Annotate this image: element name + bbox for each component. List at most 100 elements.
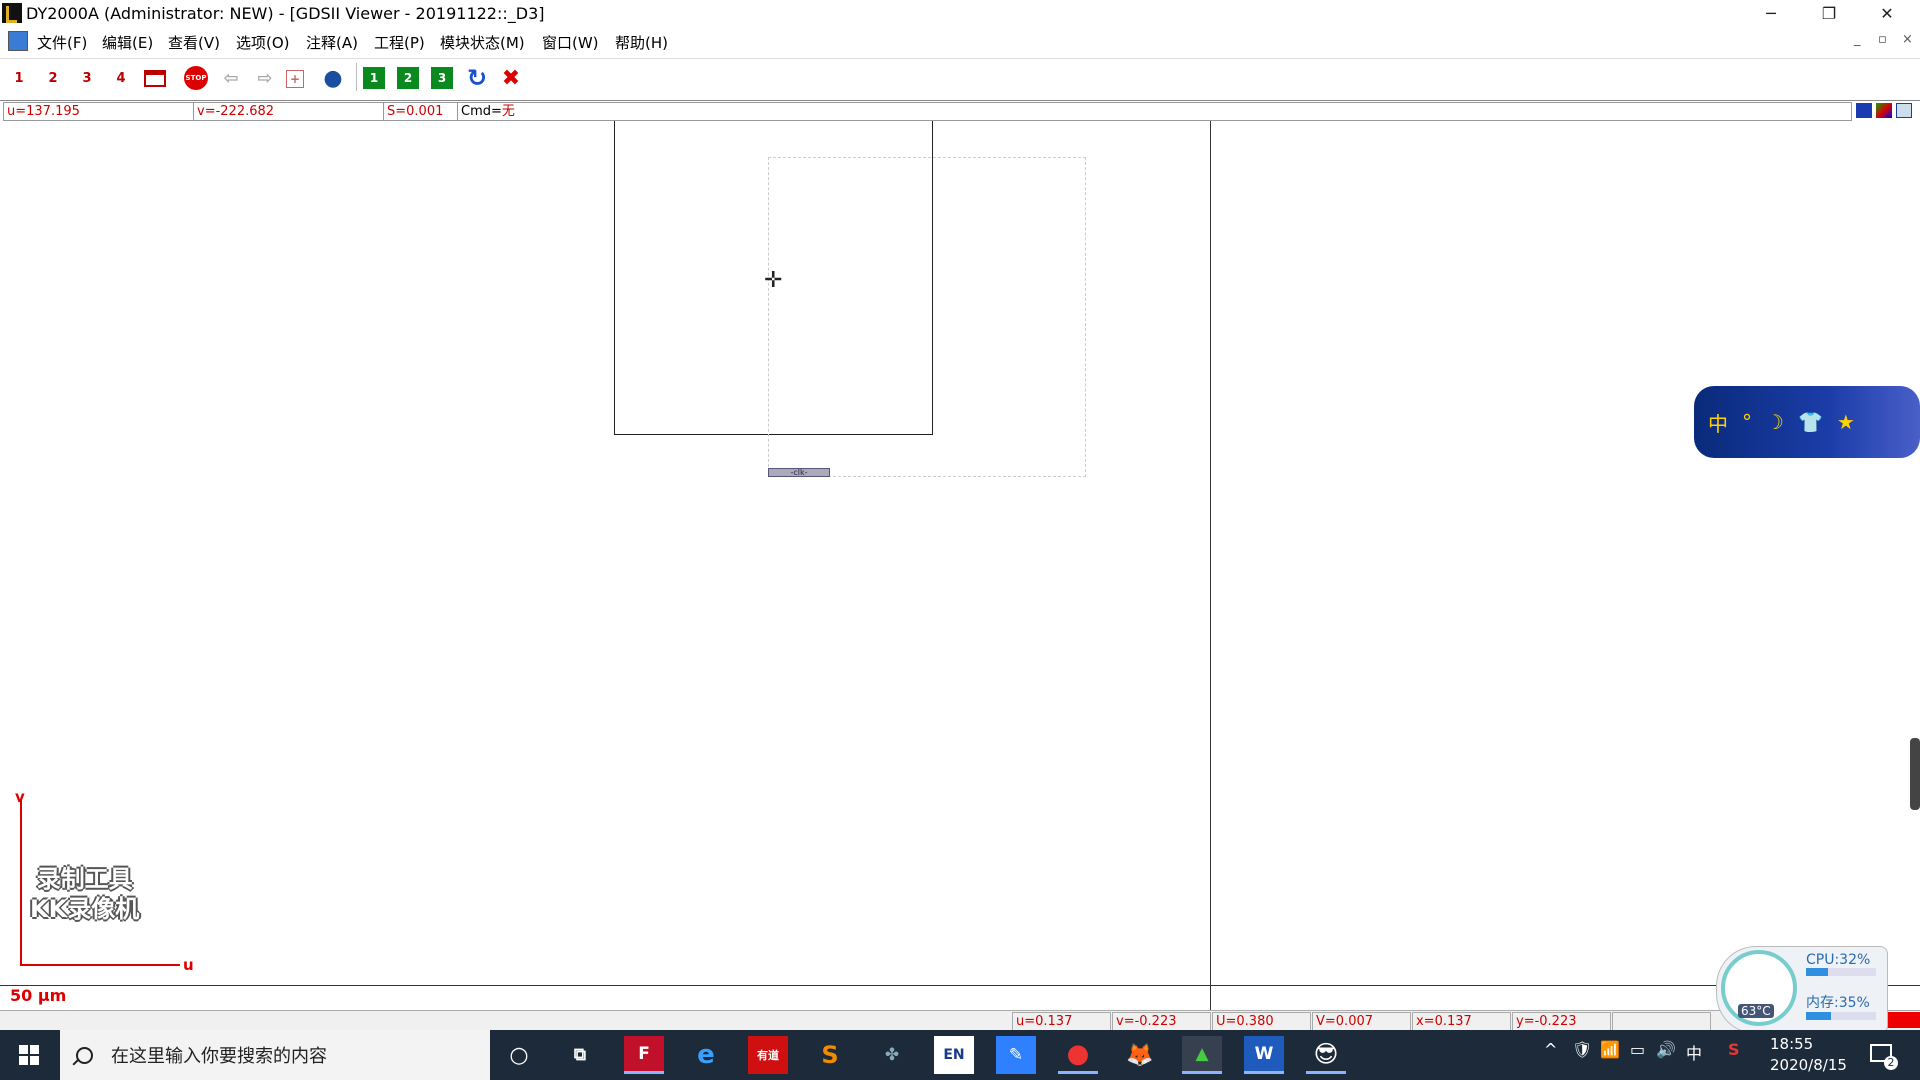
stop-button[interactable]: STOP xyxy=(184,66,208,90)
menu-module-status[interactable]: 模块状态(M) xyxy=(440,32,525,53)
en-icon: EN xyxy=(943,1047,965,1063)
flag-2-button[interactable]: 2 xyxy=(397,67,419,89)
taskbar-language-app[interactable]: EN xyxy=(934,1036,974,1074)
watermark-line-1: 录制工具 xyxy=(36,865,133,893)
back-button[interactable]: ⇦ xyxy=(218,65,244,91)
menu-help[interactable]: 帮助(H) xyxy=(615,32,668,53)
screen-2-button[interactable]: 2 xyxy=(40,65,66,91)
mdi-minimize-button[interactable]: _ xyxy=(1854,32,1861,47)
taskbar-firefox[interactable]: 🦊 xyxy=(1120,1036,1160,1074)
forward-button[interactable]: ⇨ xyxy=(252,65,278,91)
ime-mode-icon[interactable]: 中 xyxy=(1708,408,1728,437)
minimize-button[interactable]: ─ xyxy=(1748,0,1794,28)
screen-1-icon: 1 xyxy=(14,70,24,86)
flag-icon: 3 xyxy=(437,71,447,85)
temperature-label: 63°C xyxy=(1738,1004,1774,1018)
restore-button[interactable]: ❐ xyxy=(1806,0,1852,28)
status-u: u=0.137 xyxy=(1012,1012,1111,1031)
screen-1-button[interactable]: 1 xyxy=(6,65,32,91)
dashed-boundary[interactable] xyxy=(768,157,1086,477)
watermark-line-2: KK录像机 xyxy=(30,895,140,923)
shirt-icon[interactable]: 👕 xyxy=(1798,410,1823,434)
flag-1-button[interactable]: 1 xyxy=(363,67,385,89)
taskbar-youdao[interactable]: 有道 xyxy=(748,1036,788,1074)
memory-bar-fill xyxy=(1806,1012,1831,1020)
memory-bar xyxy=(1806,1012,1876,1020)
mdi-restore-button[interactable]: ▫ xyxy=(1878,32,1887,47)
menu-view[interactable]: 查看(V) xyxy=(168,32,220,53)
taskbar-chrome[interactable]: ● xyxy=(1058,1036,1098,1074)
arrow-left-icon: ⇦ xyxy=(223,67,239,89)
zoom-box-button[interactable]: + xyxy=(286,70,304,88)
taskbar-ie[interactable]: e xyxy=(686,1036,726,1074)
mdi-close-button[interactable]: × xyxy=(1902,32,1913,47)
taskbar-word[interactable]: W xyxy=(1244,1036,1284,1074)
view-divider[interactable] xyxy=(1210,121,1211,1014)
volume-icon[interactable]: 🔊 xyxy=(1656,1040,1676,1059)
menu-file[interactable]: 文件(F) xyxy=(37,32,87,53)
menu-options[interactable]: 选项(O) xyxy=(236,32,290,53)
sogou-icon[interactable]: S xyxy=(1728,1040,1740,1059)
cpu-bar-fill xyxy=(1806,968,1829,976)
pinwheel-icon: ✤ xyxy=(884,1045,900,1065)
taskbar-sublime[interactable]: S xyxy=(810,1036,850,1074)
flag-3-button[interactable]: 3 xyxy=(431,67,453,89)
toolbar: 1 2 3 4 STOP ⇦ ⇨ + ● 1 2 3 ↻ ✖ xyxy=(0,58,1920,95)
clock-date[interactable]: 2020/8/15 xyxy=(1770,1056,1847,1074)
view-bottom-border xyxy=(0,985,1920,986)
window-icon[interactable] xyxy=(1896,103,1912,118)
battery-icon[interactable]: ▭ xyxy=(1630,1040,1645,1059)
screen-5-button[interactable] xyxy=(142,65,168,91)
screen-3-button[interactable]: 3 xyxy=(74,65,100,91)
moon-icon[interactable]: ☽ xyxy=(1766,410,1784,434)
taskbar-dy2000a[interactable]: ▲ xyxy=(1182,1036,1222,1074)
ime-punct-icon[interactable]: ° xyxy=(1742,410,1752,434)
dy2000a-icon: ▲ xyxy=(1195,1043,1209,1064)
close-button[interactable]: ✕ xyxy=(1864,0,1910,28)
cpu-bar xyxy=(1806,968,1876,976)
layer-icon[interactable] xyxy=(1856,103,1872,118)
document-icon[interactable] xyxy=(8,31,28,51)
sunglasses-icon: 😎 xyxy=(1313,1039,1339,1068)
status-bar: u=0.137 v=-0.223 U=0.380 V=0.007 x=0.137… xyxy=(0,1010,1920,1031)
globe-icon: ● xyxy=(323,65,343,91)
task-view-button[interactable]: ⧉ xyxy=(560,1036,600,1074)
menu-project[interactable]: 工程(P) xyxy=(374,32,425,53)
taskbar-app-5[interactable]: ✤ xyxy=(872,1036,912,1074)
arrow-right-icon: ⇨ xyxy=(257,67,273,89)
cell-label[interactable]: -clk- xyxy=(768,468,830,477)
v-axis xyxy=(20,800,22,966)
taskbar-app-1[interactable]: F xyxy=(624,1036,664,1074)
shield-icon[interactable]: 🛡 xyxy=(1572,1040,1592,1059)
menu-annotate[interactable]: 注释(A) xyxy=(306,32,358,53)
crosshair-cursor-icon: ✛ xyxy=(764,268,783,293)
memory-section: 内存:35% xyxy=(1806,992,1876,1020)
cortana-button[interactable]: ○ xyxy=(500,1036,538,1074)
star-icon[interactable]: ★ xyxy=(1837,410,1855,434)
tray-overflow-icon[interactable]: ^ xyxy=(1544,1040,1557,1059)
side-scroll-handle[interactable] xyxy=(1910,738,1920,810)
menu-window[interactable]: 窗口(W) xyxy=(542,32,599,53)
v-axis-label: v xyxy=(15,788,25,806)
input-method-widget[interactable]: 中 ° ☽ 👕 ★ xyxy=(1694,386,1920,458)
menu-edit[interactable]: 编辑(E) xyxy=(102,32,153,53)
taskbar-search[interactable]: 在这里输入你要搜索的内容 xyxy=(60,1030,490,1080)
record-indicator xyxy=(1886,1012,1920,1028)
cancel-button[interactable]: ✖ xyxy=(498,65,524,91)
wifi-icon[interactable]: 📶 xyxy=(1600,1040,1620,1059)
screen-3-icon: 3 xyxy=(82,70,92,86)
taskbar-note-app[interactable]: ✎ xyxy=(996,1036,1036,1074)
globe-button[interactable]: ● xyxy=(320,65,346,91)
memory-label: 内存:35% xyxy=(1806,995,1870,1011)
scale-bar-label: 50 μm xyxy=(10,986,67,1005)
notification-badge: 2 xyxy=(1884,1056,1898,1070)
start-button[interactable] xyxy=(0,1030,58,1080)
clock-time[interactable]: 18:55 xyxy=(1770,1035,1813,1053)
ime-indicator[interactable]: 中 xyxy=(1686,1040,1702,1064)
refresh-button[interactable]: ↻ xyxy=(464,64,490,92)
taskbar-app-12[interactable]: 😎 xyxy=(1306,1036,1346,1074)
cortana-circle-icon: ○ xyxy=(509,1042,529,1068)
task-view-icon: ⧉ xyxy=(573,1045,587,1065)
palette-icon[interactable] xyxy=(1876,103,1892,118)
screen-4-button[interactable]: 4 xyxy=(108,65,134,91)
